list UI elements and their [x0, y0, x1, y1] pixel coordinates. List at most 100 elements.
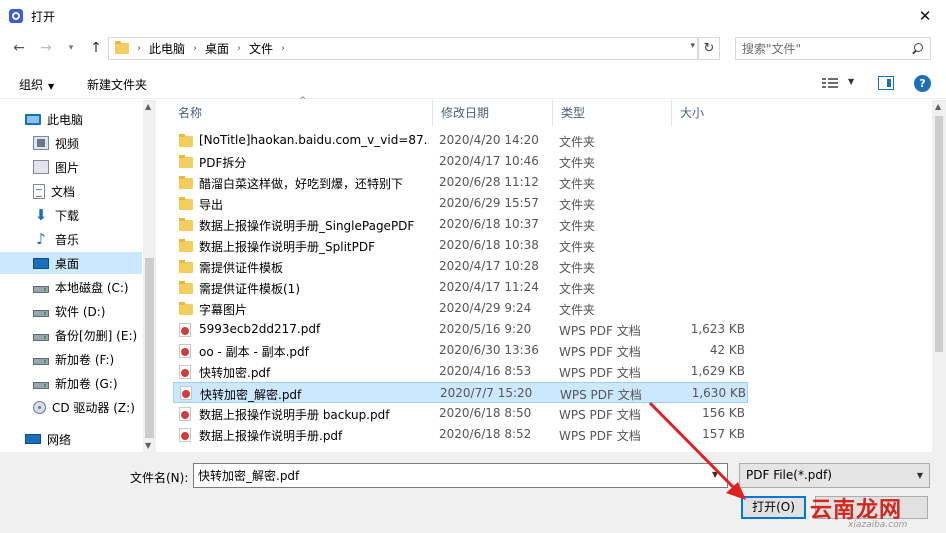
disk-icon — [33, 310, 49, 317]
file-date: 2020/6/28 11:12 — [439, 175, 539, 189]
column-header: ^ 名称 修改日期 类型 大小 — [156, 96, 932, 126]
scroll-down-icon[interactable]: ▼ — [145, 441, 151, 450]
file-name: 5993ecb2dd217.pdf — [199, 322, 321, 336]
caret-down-icon[interactable]: ▼ — [848, 77, 854, 86]
file-size: 157 KB — [702, 427, 745, 441]
sidebar-item-pictures[interactable]: 图片 — [0, 156, 142, 178]
view-details-icon[interactable] — [822, 76, 838, 90]
column-header-date[interactable]: 修改日期 — [433, 100, 553, 126]
file-type-select[interactable]: PDF File(*.pdf) ▼ — [739, 463, 930, 488]
chevron-down-icon[interactable]: ▾ — [690, 41, 695, 51]
chevron-right-icon[interactable]: › — [237, 43, 241, 54]
breadcrumb-item-pc[interactable]: 此电脑 — [149, 40, 185, 57]
filename-input[interactable] — [193, 463, 728, 488]
table-row[interactable]: oo - 副本 - 副本.pdf 2020/6/30 13:36 WPS PDF 文… — [173, 340, 748, 361]
chevron-down-icon: ▼ — [916, 471, 923, 480]
sidebar-item-documents[interactable]: 文档 — [0, 180, 142, 202]
scrollbar-thumb[interactable] — [145, 258, 154, 438]
scrollbar-thumb[interactable] — [935, 116, 943, 352]
table-row[interactable]: 导出 2020/6/29 15:57 文件夹 — [173, 193, 748, 214]
sidebar-item-this-pc[interactable]: 此电脑 — [0, 108, 142, 130]
file-list-scrollbar[interactable]: ▲ — [932, 100, 946, 452]
forward-arrow-icon[interactable]: → — [37, 39, 55, 57]
search-input[interactable] — [742, 39, 909, 58]
table-row[interactable]: 快转加密_解密.pdf 2020/7/7 15:20 WPS PDF 文档 1,630… — [173, 382, 748, 403]
table-row[interactable]: 数据上报操作说明手册.pdf 2020/6/18 8:52 WPS PDF 文档 15… — [173, 424, 748, 445]
sidebar-item-label: 图片 — [55, 160, 80, 175]
column-header-name[interactable]: 名称 — [170, 100, 433, 126]
chevron-right-icon[interactable]: › — [281, 43, 285, 54]
table-row[interactable]: 数据上报操作说明手册_SplitPDF 2020/6/18 10:38 文件夹 — [173, 235, 748, 256]
file-type: 文件夹 — [559, 156, 596, 170]
sidebar-item-drive-e[interactable]: 备份[勿删] (E:) — [0, 324, 142, 346]
scroll-up-icon[interactable]: ▲ — [935, 102, 941, 111]
table-row[interactable]: 5993ecb2dd217.pdf 2020/5/16 9:20 WPS PDF 文… — [173, 319, 748, 340]
table-row[interactable]: 数据上报操作说明手册 backup.pdf 2020/6/18 8:50 WPS P… — [173, 403, 748, 424]
disk-icon — [33, 382, 49, 389]
sidebar-item-desktop[interactable]: 桌面 — [0, 252, 142, 274]
video-icon — [33, 136, 49, 150]
sidebar-item-music[interactable]: ♪ 音乐 — [0, 228, 142, 250]
close-icon[interactable]: ✕ — [914, 6, 936, 26]
sidebar-item-drive-c[interactable]: 本地磁盘 (C:) — [0, 276, 142, 298]
table-row[interactable]: [NoTitle]haokan.baidu.com_v_vid=87... 202… — [173, 130, 748, 151]
refresh-icon[interactable]: ↻ — [698, 37, 720, 60]
sidebar-item-label: 文档 — [51, 184, 76, 199]
up-arrow-icon[interactable]: ↑ — [87, 39, 105, 57]
file-name: 快转加密.pdf — [199, 366, 271, 380]
sidebar-item-videos[interactable]: 视频 — [0, 132, 142, 154]
breadcrumb-item-files[interactable]: 文件 — [249, 40, 273, 57]
folder-icon — [179, 281, 193, 294]
recent-locations-chevron-icon[interactable]: ▾ — [62, 39, 80, 57]
file-date: 2020/4/20 14:20 — [439, 133, 539, 147]
file-date: 2020/6/18 8:50 — [439, 406, 532, 420]
navigation-scrollbar[interactable]: ▲ ▼ — [143, 100, 156, 452]
preview-pane-icon[interactable] — [878, 76, 894, 90]
file-name: [NoTitle]haokan.baidu.com_v_vid=87... — [199, 133, 429, 147]
table-row[interactable]: 字幕图片 2020/4/29 9:24 文件夹 — [173, 298, 748, 319]
column-header-type[interactable]: 类型 — [553, 100, 672, 126]
organize-button[interactable]: 组织 ▼ — [19, 76, 54, 93]
navigation-pane: 此电脑 视频 图片 文档 ⬇ 下载 ♪ 音乐 桌面 本地磁盘 (C:) 软件 (… — [0, 100, 156, 452]
sidebar-item-drive-z[interactable]: CD 驱动器 (Z:) — [0, 396, 142, 418]
file-name: oo - 副本 - 副本.pdf — [199, 345, 309, 359]
pc-icon — [25, 113, 41, 125]
table-row[interactable]: 醋溜白菜这样做，好吃到爆，还特别下 2020/6/28 11:12 文件夹 — [173, 172, 748, 193]
new-folder-button[interactable]: 新建文件夹 — [87, 76, 147, 93]
watermark: 云南龙网 xiazaiba.com — [808, 492, 946, 533]
file-type-value: PDF File(*.pdf) — [746, 468, 832, 482]
breadcrumb-item-desktop[interactable]: 桌面 — [205, 40, 229, 57]
title-bar: 打开 ✕ — [0, 0, 946, 32]
file-name: 快转加密_解密.pdf — [200, 388, 302, 402]
sidebar-item-drive-g[interactable]: 新加卷 (G:) — [0, 372, 142, 394]
table-row[interactable]: PDF拆分 2020/4/17 10:46 文件夹 — [173, 151, 748, 172]
chevron-right-icon[interactable]: › — [137, 43, 141, 54]
sidebar-item-label: 软件 (D:) — [55, 304, 106, 319]
file-name: 字幕图片 — [199, 303, 248, 317]
chevron-down-icon[interactable]: ▼ — [712, 470, 718, 479]
table-row[interactable]: 需提供证件模板 2020/4/17 10:28 文件夹 — [173, 256, 748, 277]
file-list: ^ 名称 修改日期 类型 大小 [NoTitle]haokan.baidu.co… — [156, 96, 932, 452]
sidebar-item-label: 视频 — [55, 136, 80, 151]
file-size: 1,630 KB — [691, 386, 746, 400]
file-size: 42 KB — [709, 343, 745, 357]
table-row[interactable]: 数据上报操作说明手册_SinglePagePDF 2020/6/18 10:37 文… — [173, 214, 748, 235]
breadcrumb[interactable]: › 此电脑 › 桌面 › 文件 › ▾ — [108, 37, 698, 60]
sidebar-item-network[interactable]: 网络 — [0, 428, 142, 450]
sidebar-item-drive-d[interactable]: 软件 (D:) — [0, 300, 142, 322]
back-arrow-icon[interactable]: ← — [10, 39, 28, 57]
chevron-right-icon[interactable]: › — [193, 43, 197, 54]
table-row[interactable]: 快转加密.pdf 2020/4/16 8:53 WPS PDF 文档 1,629 KB — [173, 361, 748, 382]
help-icon[interactable]: ? — [914, 75, 931, 92]
sidebar-item-drive-f[interactable]: 新加卷 (F:) — [0, 348, 142, 370]
table-row[interactable]: 需提供证件模板(1) 2020/4/17 11:24 文件夹 — [173, 277, 748, 298]
open-button[interactable]: 打开(O) — [741, 496, 806, 519]
file-type: 文件夹 — [559, 198, 596, 212]
column-header-size[interactable]: 大小 — [672, 100, 762, 126]
sidebar-item-label: 桌面 — [55, 256, 80, 271]
sidebar-item-downloads[interactable]: ⬇ 下载 — [0, 204, 142, 226]
scroll-up-icon[interactable]: ▲ — [145, 102, 151, 111]
file-name: 醋溜白菜这样做，好吃到爆，还特别下 — [199, 177, 404, 191]
search-icon[interactable] — [909, 41, 925, 57]
file-type: 文件夹 — [559, 177, 596, 191]
